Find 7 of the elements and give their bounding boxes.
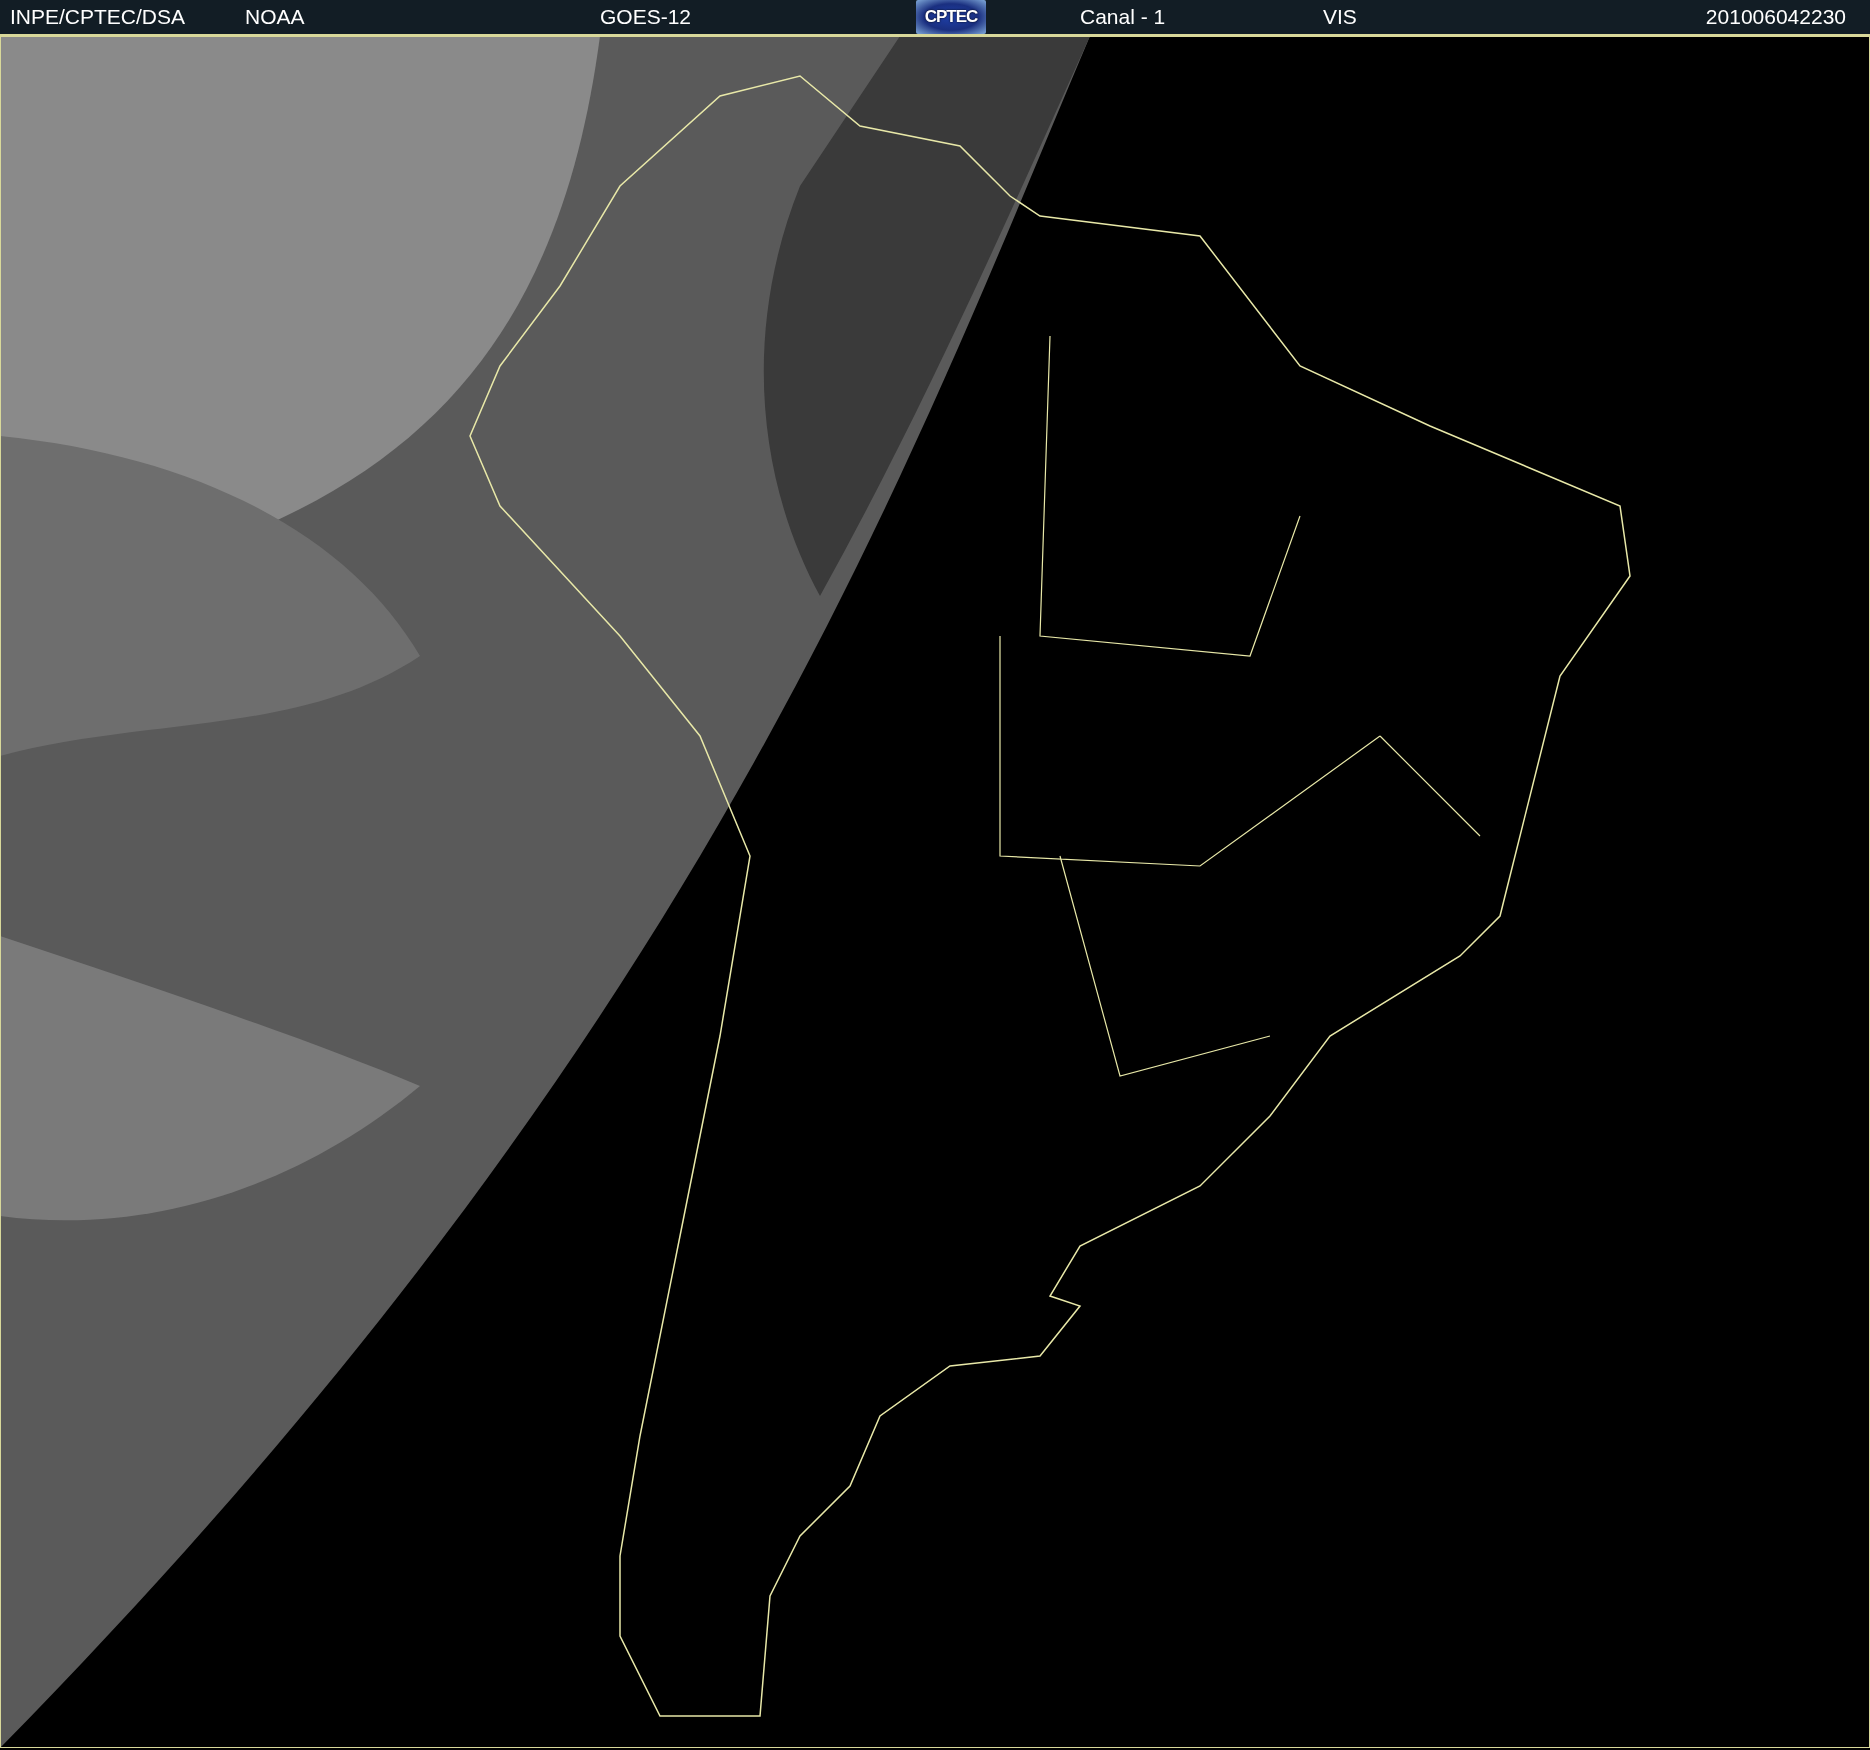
header-label: NOAA [245, 5, 305, 29]
header-label: 201006042230 [1705, 5, 1846, 29]
header-label: VIS [1323, 5, 1357, 29]
header-label: GOES-12 [600, 5, 692, 29]
header-label: Canal - 1 [1080, 5, 1166, 29]
logo: CPTEC [916, 0, 986, 34]
header-label: INPE/CPTEC/DSA [10, 5, 186, 29]
